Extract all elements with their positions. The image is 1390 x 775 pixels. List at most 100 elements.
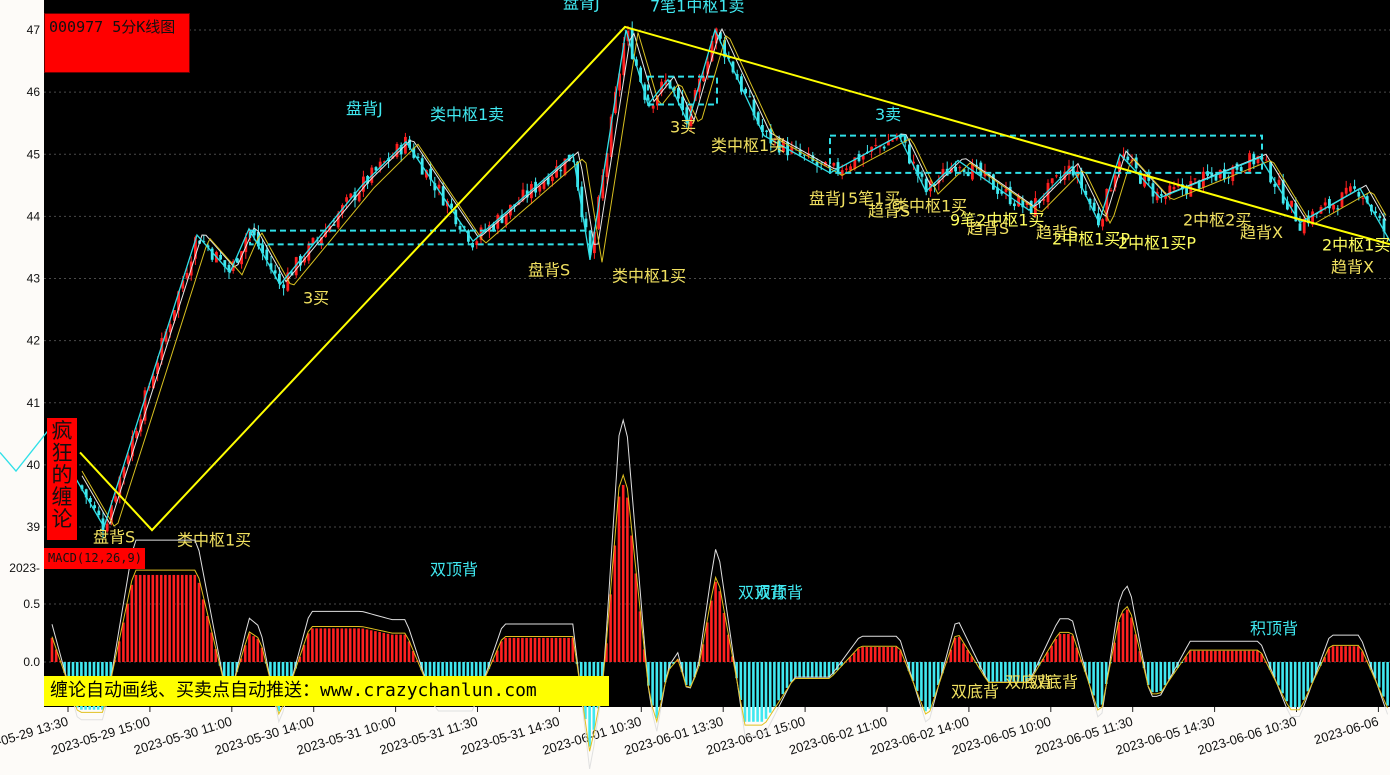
macd-bar-red (852, 652, 856, 662)
y-tick-label: 0.5 (23, 597, 40, 611)
y-tick-label: 45 (27, 147, 41, 161)
candle-down (282, 284, 285, 289)
price-grid: 39 40 41 42 43 44 45 46 47 (27, 23, 1390, 534)
kline-chart: 39 40 41 42 43 44 45 46 47 0.0 0.5 2023- 2023-05-29 … (0, 0, 1390, 770)
candle-down (458, 225, 462, 230)
candle-up (551, 176, 554, 182)
macd-bar-cyan (760, 662, 764, 722)
macd-bar-red (878, 647, 881, 662)
macd-bar-red (399, 634, 402, 662)
signal-label: 趋背X (1240, 223, 1283, 242)
candle-down (1273, 183, 1277, 187)
macd-bar-cyan (764, 662, 768, 719)
macd-bar-red (500, 641, 503, 662)
signal-label: 2中枢1买P (1118, 234, 1196, 253)
moving-averages (81, 27, 1387, 527)
candle-down (1357, 192, 1361, 197)
macd-bar-red (172, 574, 176, 662)
signal-label: 类中枢1买 (612, 267, 686, 286)
y-tick-label: 0.0 (23, 655, 40, 669)
macd-bar-cyan (798, 662, 801, 678)
macd-bar-red (857, 648, 860, 662)
macd-bar-red (861, 647, 864, 662)
macd-bar-cyan (802, 662, 806, 678)
candle-up (1193, 178, 1197, 180)
macd-bar-red (1201, 650, 1205, 662)
macd-bar-red (1251, 650, 1255, 662)
signal-label: 趋背S (967, 219, 1009, 238)
macd-bar-red (1235, 650, 1238, 662)
macd-bar-red (193, 574, 197, 662)
brand-label: 疯狂的缠论 (47, 418, 77, 540)
macd-bar-cyan (1289, 662, 1293, 708)
macd-bar-red (1218, 650, 1221, 662)
macd-bar-red (122, 622, 125, 662)
macd-bar-red (705, 622, 709, 662)
macd-bar-cyan (1377, 662, 1381, 688)
y-tick-label: 44 (27, 209, 41, 223)
macd-bar-red (323, 628, 327, 662)
brand-char: 论 (51, 507, 73, 531)
macd-bar-red (1058, 633, 1062, 662)
candle-down (836, 162, 840, 173)
macd-signal-label: 双底背 (951, 682, 999, 701)
candle-down (559, 169, 563, 172)
macd-bar-red (621, 484, 625, 662)
macd-bar-red (894, 647, 898, 662)
macd-bar-cyan (1302, 662, 1305, 700)
macd-bar-cyan (810, 662, 814, 678)
macd-bar-red (722, 612, 726, 662)
macd-bar-cyan (915, 662, 919, 691)
macd-bar-red (962, 643, 965, 662)
brand-char: 狂 (51, 441, 73, 465)
candle-down (219, 254, 222, 260)
macd-bar-red (508, 637, 512, 662)
macd-bar-red (1226, 650, 1230, 662)
candle-down (1013, 203, 1016, 207)
macd-signal-label: 积顶背 (1250, 619, 1298, 638)
candle-down (1298, 223, 1302, 231)
macd-bar-cyan (815, 662, 818, 678)
macd-bar-cyan (651, 662, 654, 706)
macd-bar-cyan (752, 662, 755, 722)
macd-bar-red (327, 628, 331, 662)
macd-bar-red (248, 633, 251, 662)
macd-bar-cyan (777, 662, 780, 701)
macd-bar-red (626, 497, 629, 662)
macd-bar-cyan (1100, 662, 1104, 705)
macd-bar-red (378, 632, 381, 662)
macd-bar-cyan (1163, 662, 1167, 686)
chart-stage: 39 40 41 42 43 44 45 46 47 0.0 0.5 2023- 2023-05-29 … (0, 0, 1390, 775)
macd-bar-red (966, 649, 969, 662)
macd-bar-red (147, 574, 150, 662)
macd-bar-red (1222, 650, 1226, 662)
macd-bar-red (180, 574, 184, 662)
candle-up (185, 272, 189, 279)
promo-banner[interactable]: 缠论自动画线、买卖点自动推送：www.crazychanlun.com (44, 676, 609, 706)
macd-bar-cyan (1386, 662, 1389, 706)
candle-down (97, 510, 101, 516)
macd-bar-red (613, 545, 617, 662)
macd-bar-red (130, 584, 134, 662)
macd-bar-red (1117, 621, 1121, 662)
macd-bar-red (1130, 617, 1133, 662)
macd-bar-red (189, 574, 192, 662)
macd-bar-red (630, 535, 633, 662)
macd-bar-red (512, 637, 516, 662)
macd-bar-red (256, 638, 260, 662)
macd-bar-cyan (1306, 662, 1310, 692)
macd-bar-red (369, 630, 373, 662)
macd-bar-cyan (1281, 662, 1284, 694)
macd-bar-red (390, 634, 394, 662)
macd-bar-red (1344, 646, 1347, 662)
macd-bar-red (1054, 639, 1058, 662)
macd-bar-cyan (924, 662, 927, 712)
macd-bar-red (516, 637, 520, 662)
macd-bar-red (1062, 633, 1066, 662)
chart-title: 000977 5分K线图 (44, 13, 190, 73)
brand-char: 的 (51, 463, 73, 487)
macd-bar-cyan (747, 662, 751, 722)
macd-bar-red (344, 628, 348, 662)
macd-bar-cyan (773, 662, 776, 707)
macd-bar-cyan (1277, 662, 1280, 686)
